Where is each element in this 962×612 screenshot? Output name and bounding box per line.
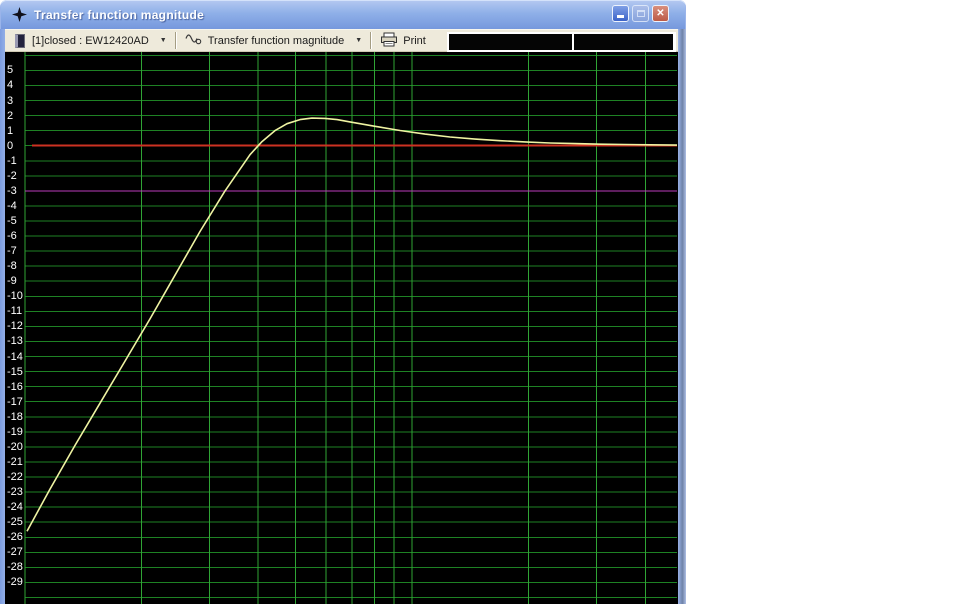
maximize-button[interactable] <box>632 5 649 22</box>
y-tick-label: -22 <box>7 471 23 484</box>
y-tick-label: 5 <box>7 64 14 77</box>
y-tick-label: -5 <box>7 215 17 227</box>
y-tick-label: -9 <box>7 275 17 288</box>
titlebar[interactable]: Transfer function magnitude ✕ <box>0 0 686 29</box>
window-border-left <box>0 29 5 604</box>
y-tick-label: -2 <box>7 169 17 182</box>
screenshot-canvas: Transfer function magnitude ✕ [1]closed … <box>0 0 962 612</box>
toolbar-separator <box>174 32 177 49</box>
y-tick-label: -16 <box>7 380 23 393</box>
y-tick-label: -26 <box>7 531 23 544</box>
app-window: Transfer function magnitude ✕ [1]closed … <box>0 0 686 604</box>
y-tick-label: 1 <box>7 124 14 137</box>
view-dropdown-arrow-icon[interactable]: ▼ <box>355 37 362 44</box>
move-cross-icon <box>12 7 27 22</box>
toolbar-separator <box>370 32 373 49</box>
y-tick-label: 3 <box>7 94 14 107</box>
y-tick-label: -14 <box>7 350 23 363</box>
y-tick-label: -12 <box>7 320 23 333</box>
y-tick-label: -18 <box>7 410 23 423</box>
y-tick-label: -6 <box>7 230 17 243</box>
readout-panels <box>447 32 676 52</box>
y-tick-label: 0 <box>7 139 14 152</box>
y-tick-label: -17 <box>7 395 23 408</box>
plot-area: 5 4 3 2 1 0 -1 -2 -3 -4 -5 -6 -7 -8 -9 -10 -11 -12 -13 -14 -… <box>5 52 678 604</box>
y-tick-label: -13 <box>7 335 23 348</box>
y-tick-label: -21 <box>7 455 23 468</box>
y-tick-label: -15 <box>7 365 23 378</box>
minimize-button[interactable] <box>612 5 629 22</box>
toolbar: [1]closed : EW12420AD ▼ Transfer functio… <box>5 29 678 52</box>
readout-panel-right <box>574 34 673 50</box>
readout-panel-left <box>449 34 572 50</box>
box-model-icon <box>15 33 25 48</box>
y-tick-label: -3 <box>7 184 17 197</box>
y-tick-label: -11 <box>7 305 23 318</box>
y-tick-label: -8 <box>7 260 17 273</box>
y-tick-label: -27 <box>7 546 23 559</box>
print-button[interactable]: Print <box>403 35 426 47</box>
view-selector[interactable]: Transfer function magnitude <box>208 35 345 47</box>
y-tick-label: -23 <box>7 486 23 499</box>
minimize-icon <box>617 15 624 18</box>
y-tick-label: -25 <box>7 516 23 529</box>
y-tick-label: -19 <box>7 425 23 438</box>
window-border-right <box>678 29 686 604</box>
project-dropdown-arrow-icon[interactable]: ▼ <box>160 37 167 44</box>
transfer-function-chart <box>24 52 678 604</box>
close-button[interactable]: ✕ <box>652 5 669 22</box>
y-tick-label: -24 <box>7 501 23 514</box>
maximize-icon <box>636 10 645 17</box>
printer-icon <box>380 32 398 50</box>
window-title: Transfer function magnitude <box>34 7 205 22</box>
y-tick-label: 4 <box>7 79 14 92</box>
y-tick-label: -7 <box>7 245 17 258</box>
y-tick-label: -10 <box>7 290 23 303</box>
y-tick-label: -1 <box>7 154 17 167</box>
y-tick-label: -29 <box>7 576 23 589</box>
y-tick-label: 2 <box>7 109 14 122</box>
y-tick-label: -4 <box>7 199 17 212</box>
sine-wave-icon <box>185 33 203 49</box>
y-tick-label: -20 <box>7 440 23 453</box>
y-tick-label: -28 <box>7 561 23 574</box>
project-selector[interactable]: [1]closed : EW12420AD <box>32 35 149 47</box>
